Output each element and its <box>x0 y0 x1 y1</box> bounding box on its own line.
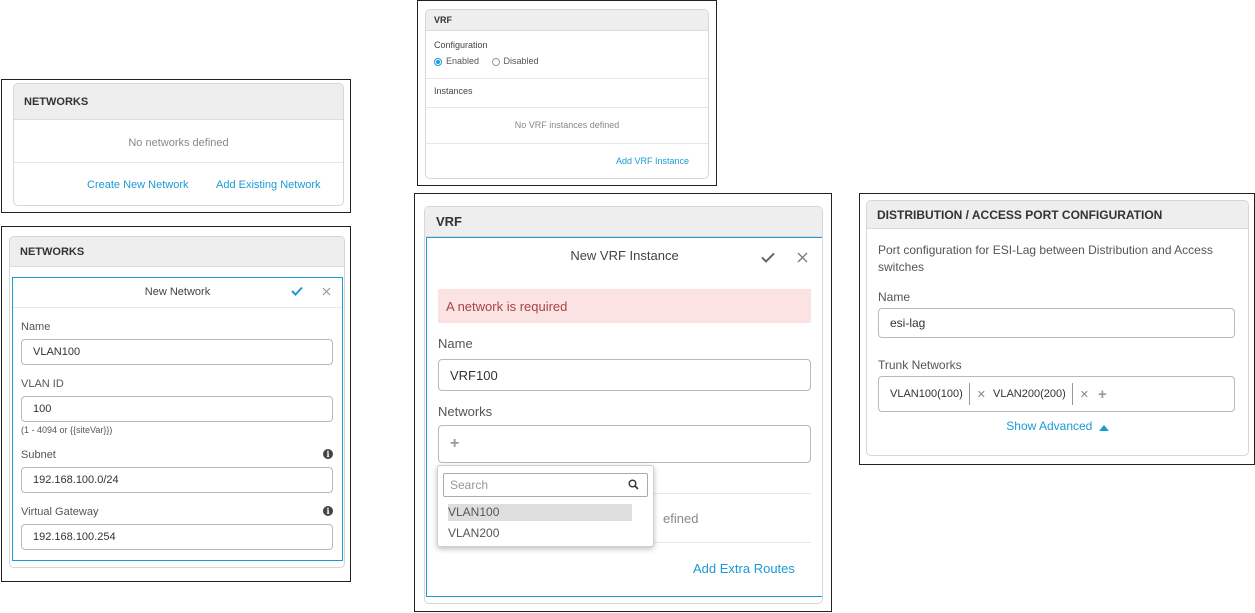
vrf-small-card: VRF Configuration Enabled Disabled Insta… <box>425 9 709 179</box>
subnet-input[interactable]: 192.168.100.0/24 <box>21 467 333 493</box>
caret-up-icon <box>1098 420 1109 434</box>
close-icon[interactable] <box>793 248 811 266</box>
new-network-form-divider <box>13 307 342 308</box>
vrf-networks-label: Networks <box>438 404 493 419</box>
gateway-info-icon[interactable]: i <box>323 506 333 516</box>
add-existing-network-link[interactable]: Add Existing Network <box>216 179 321 191</box>
vlan-id-value: 100 <box>33 403 52 415</box>
network-required-error: A network is required <box>438 289 811 323</box>
distribution-name-value: esi-lag <box>890 316 926 330</box>
vrf-instances-empty-text: No VRF instances defined <box>514 120 620 130</box>
enabled-radio-dot <box>434 57 442 66</box>
vlan-id-hint: (1 - 4094 or {{siteVar}}) <box>21 425 113 435</box>
disabled-radio-dot <box>491 57 500 66</box>
vrf-hidden-empty-text: efined <box>663 511 699 526</box>
distribution-name-label: Name <box>878 290 911 304</box>
vrf-name-value: VRF100 <box>450 367 498 383</box>
configuration-radio-group: Enabled Disabled <box>434 56 539 66</box>
remove-chip-icon[interactable]: ✕ <box>977 388 986 401</box>
virtual-gateway-value: 192.168.100.254 <box>33 531 116 543</box>
subnet-info-icon[interactable]: i <box>323 449 333 459</box>
dropdown-option-vlan100[interactable]: VLAN100 <box>448 504 632 521</box>
enabled-radio[interactable]: Enabled <box>434 56 482 66</box>
dropdown-search-input[interactable]: Search <box>443 473 648 497</box>
trunk-chip-label: VLAN100(100) <box>890 388 963 400</box>
vrf-small-divider-3 <box>426 143 708 144</box>
networks-empty-title: NETWORKS <box>24 95 89 108</box>
networks-dropdown: Search VLAN100 VLAN200 <box>437 465 654 547</box>
vlan-id-label: VLAN ID <box>21 378 64 390</box>
networks-empty-divider <box>14 162 343 163</box>
add-vrf-instance-link[interactable]: Add VRF Instance <box>616 156 689 166</box>
vrf-small-title: VRF <box>434 15 452 25</box>
vrf-form-card: VRF New VRF Instance A network is requir… <box>424 206 823 604</box>
virtual-gateway-input[interactable]: 192.168.100.254 <box>21 524 333 550</box>
dropdown-option-vlan200[interactable]: VLAN200 <box>448 525 632 542</box>
add-network-plus-icon[interactable]: + <box>450 435 459 453</box>
subnet-label: Subnet <box>21 449 56 461</box>
networks-empty-text: No networks defined <box>128 137 229 149</box>
distribution-title: DISTRIBUTION / ACCESS PORT CONFIGURATION <box>877 207 1163 222</box>
vrf-small-divider-1 <box>426 78 708 79</box>
trunk-chip-label: VLAN200(200) <box>993 388 1066 400</box>
disabled-radio[interactable]: Disabled <box>491 56 539 66</box>
configuration-label: Configuration <box>434 40 488 50</box>
networks-empty-frame: NETWORKS No networks defined Create New … <box>1 79 351 213</box>
add-trunk-network-plus-icon[interactable]: + <box>1098 386 1107 403</box>
vrf-name-input[interactable]: VRF100 <box>438 359 811 391</box>
distribution-card: DISTRIBUTION / ACCESS PORT CONFIGURATION… <box>866 200 1249 456</box>
new-network-form: New Network Name VLAN100 VLAN ID 100 (1 … <box>12 277 343 561</box>
vrf-name-label: Name <box>438 336 473 351</box>
dropdown-option-label: VLAN200 <box>448 526 500 540</box>
search-icon <box>628 479 639 490</box>
networks-form-title: NETWORKS <box>20 245 85 258</box>
networks-empty-header: NETWORKS <box>14 84 343 120</box>
confirm-check-icon[interactable] <box>759 248 777 266</box>
show-advanced-toggle[interactable]: Show Advanced <box>867 419 1248 434</box>
remove-chip-icon[interactable]: ✕ <box>1080 388 1089 401</box>
network-name-value: VLAN100 <box>33 346 81 358</box>
vlan-id-input[interactable]: 100 <box>21 396 333 422</box>
networks-empty-card: NETWORKS No networks defined Create New … <box>13 83 344 206</box>
network-name-input[interactable]: VLAN100 <box>21 339 333 365</box>
show-advanced-label: Show Advanced <box>1006 419 1093 433</box>
vrf-small-frame: VRF Configuration Enabled Disabled Insta… <box>417 0 717 186</box>
networks-form-card: NETWORKS New Network Name VLAN100 VLAN I… <box>9 236 345 568</box>
distribution-frame: DISTRIBUTION / ACCESS PORT CONFIGURATION… <box>859 193 1255 465</box>
vrf-small-divider-2 <box>426 107 708 108</box>
chip-separator <box>1071 383 1073 405</box>
networks-form-frame: NETWORKS New Network Name VLAN100 VLAN I… <box>1 226 351 582</box>
confirm-check-icon[interactable] <box>289 283 305 299</box>
dropdown-search-placeholder: Search <box>450 478 489 492</box>
disabled-radio-label: Disabled <box>503 56 539 66</box>
trunk-chip-vlan100: VLAN100(100) ✕ <box>890 383 993 405</box>
create-new-network-link[interactable]: Create New Network <box>87 179 188 191</box>
enabled-radio-label: Enabled <box>446 56 480 66</box>
dropdown-option-label: VLAN100 <box>448 505 500 519</box>
subnet-value: 192.168.100.0/24 <box>33 474 119 486</box>
distribution-name-input[interactable]: esi-lag <box>878 308 1235 338</box>
network-required-error-text: A network is required <box>446 298 568 314</box>
instances-label: Instances <box>434 86 473 96</box>
vrf-form-title: VRF <box>436 214 462 229</box>
add-extra-routes-link[interactable]: Add Extra Routes <box>693 561 795 576</box>
trunk-networks-input[interactable]: VLAN100(100) ✕ VLAN200(200) ✕ + <box>878 376 1235 412</box>
distribution-header: DISTRIBUTION / ACCESS PORT CONFIGURATION <box>867 201 1248 229</box>
chip-separator <box>968 383 970 405</box>
vrf-networks-input[interactable]: + <box>438 425 811 463</box>
name-label: Name <box>21 321 51 333</box>
close-icon[interactable] <box>318 283 334 299</box>
trunk-chip-vlan200: VLAN200(200) ✕ <box>993 383 1096 405</box>
networks-form-header: NETWORKS <box>10 237 344 267</box>
trunk-networks-label: Trunk Networks <box>878 358 962 372</box>
vrf-form-header: VRF <box>425 207 822 237</box>
distribution-description: Port configuration for ESI-Lag between D… <box>878 243 1213 274</box>
virtual-gateway-label: Virtual Gateway <box>21 506 99 518</box>
vrf-small-header: VRF <box>426 10 708 31</box>
vrf-form-frame: VRF New VRF Instance A network is requir… <box>414 193 832 612</box>
